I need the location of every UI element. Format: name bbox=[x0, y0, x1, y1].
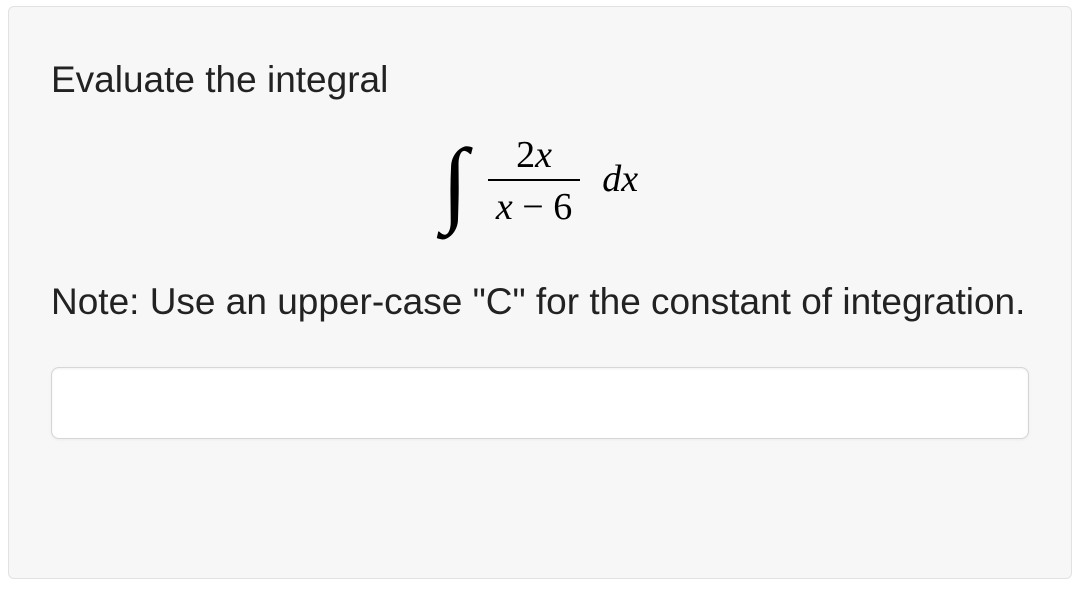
minus-sign: − bbox=[513, 186, 553, 228]
denominator-constant: 6 bbox=[553, 186, 572, 228]
integral-expression: ∫ 2x x − 6 dx bbox=[51, 133, 1029, 229]
fraction-numerator: 2x bbox=[508, 133, 560, 179]
question-card: Evaluate the integral ∫ 2x x − 6 dx Note… bbox=[8, 6, 1072, 579]
denominator-variable: x bbox=[496, 186, 513, 228]
differential-dx: dx bbox=[602, 157, 638, 201]
fraction: 2x x − 6 bbox=[488, 133, 580, 229]
fraction-denominator: x − 6 bbox=[488, 181, 580, 229]
question-note: Note: Use an upper-case "C" for the cons… bbox=[51, 275, 1029, 329]
answer-input[interactable] bbox=[51, 367, 1029, 439]
integral-sign-icon: ∫ bbox=[442, 135, 468, 230]
question-prompt: Evaluate the integral bbox=[51, 55, 1029, 105]
